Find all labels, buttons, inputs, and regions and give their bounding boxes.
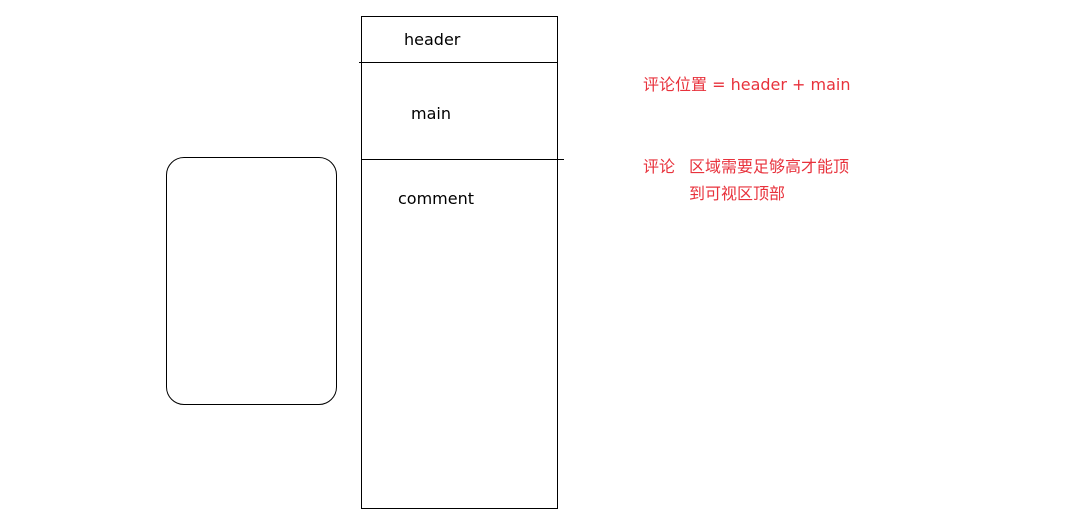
header-label: header [404, 30, 461, 49]
height-note-line-2: 到可视区顶部 [689, 184, 786, 203]
header-main-divider [359, 62, 557, 63]
comment-note-word: 评论 [643, 157, 676, 176]
page-column [361, 16, 558, 509]
height-note-line-1: 区域需要足够高才能顶 [689, 157, 850, 176]
main-label: main [411, 104, 451, 123]
viewport-frame [166, 157, 337, 405]
position-formula-note: 评论位置 = header + main [643, 75, 851, 94]
comment-label: comment [398, 189, 475, 208]
main-comment-divider [361, 159, 564, 160]
